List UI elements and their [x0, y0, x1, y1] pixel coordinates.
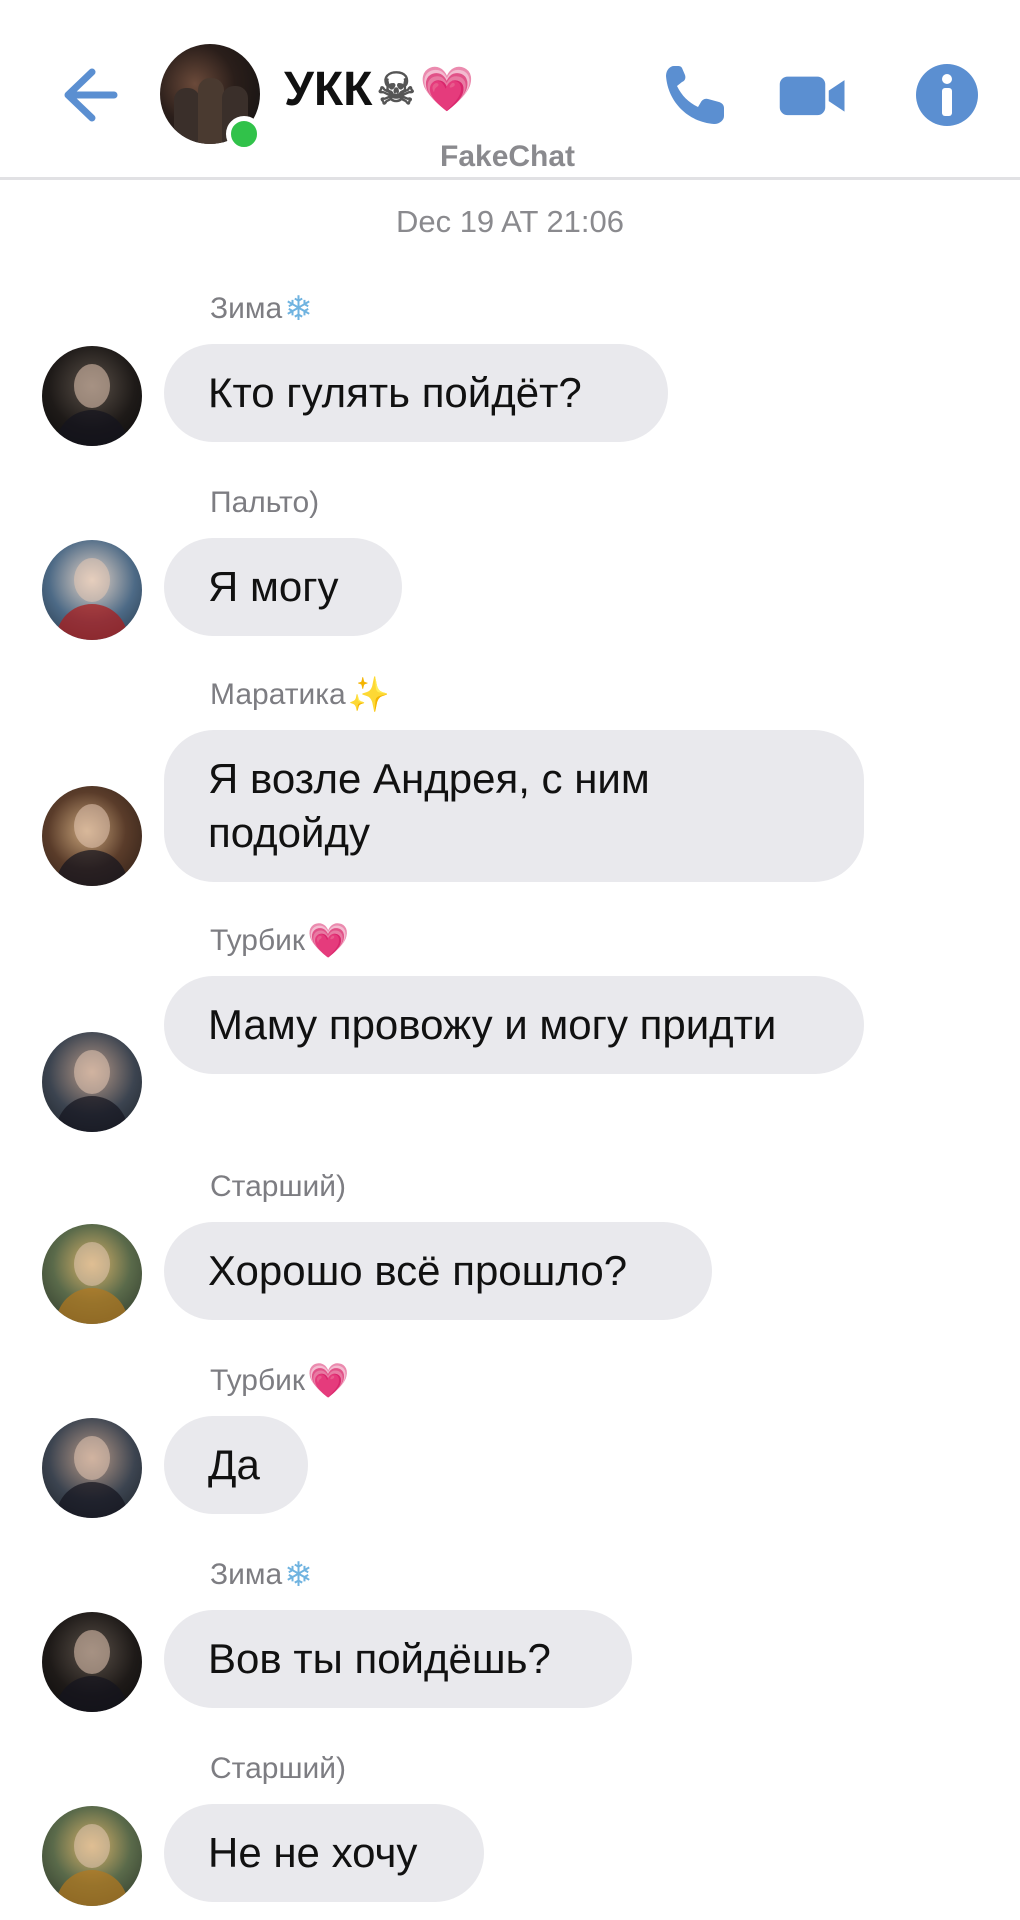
phone-icon[interactable] — [660, 60, 730, 130]
app-subtitle: FakeChat — [440, 140, 576, 173]
avatar[interactable] — [42, 1612, 142, 1712]
chat-header: УКК ☠ 💗 FakeChat — [0, 0, 1020, 180]
snowflake-icon: ❄ — [284, 290, 313, 328]
back-arrow-icon[interactable] — [58, 64, 120, 126]
chat-title[interactable]: УКК ☠ 💗 — [284, 62, 475, 117]
sender-name: Маратика ✨ — [210, 676, 391, 714]
message-bubble[interactable]: Да — [164, 1416, 308, 1514]
avatar[interactable] — [42, 346, 142, 446]
sender-name: Турбик 💗 — [210, 922, 350, 960]
chat-title-text: УКК — [284, 63, 373, 116]
pink-heart-icon: 💗 — [307, 1362, 350, 1400]
sender-name: Старший) — [210, 1752, 347, 1785]
message-bubble[interactable]: Я могу — [164, 538, 402, 636]
message-bubble[interactable]: Я возле Андрея, с ним подойду — [164, 730, 864, 882]
avatar[interactable] — [42, 786, 142, 886]
sender-name: Пальто) — [210, 486, 320, 519]
pink-heart-icon: 💗 — [419, 64, 475, 114]
date-separator: Dec 19 AT 21:06 — [395, 204, 625, 239]
snowflake-icon: ❄ — [284, 1556, 313, 1594]
info-icon[interactable] — [912, 60, 982, 130]
message-bubble[interactable]: Хорошо всё прошло? — [164, 1222, 712, 1320]
message-bubble[interactable]: Кто гулять пойдёт? — [164, 344, 668, 442]
message-bubble[interactable]: Вов ты пойдёшь? — [164, 1610, 632, 1708]
message-bubble[interactable]: Маму провожу и могу придти — [164, 976, 864, 1074]
sender-name: Зима ❄ — [210, 1556, 313, 1594]
sender-name: Зима ❄ — [210, 290, 313, 328]
online-status-dot — [226, 116, 262, 152]
skull-crossbones-icon: ☠ — [376, 64, 416, 114]
sender-name: Старший) — [210, 1170, 347, 1203]
pink-heart-icon: 💗 — [307, 922, 350, 960]
sender-name: Турбик 💗 — [210, 1362, 350, 1400]
avatar[interactable] — [42, 540, 142, 640]
video-camera-icon[interactable] — [778, 60, 848, 130]
sparkles-icon: ✨ — [347, 676, 391, 714]
avatar[interactable] — [42, 1806, 142, 1906]
avatar[interactable] — [42, 1032, 142, 1132]
message-bubble[interactable]: Не не хочу — [164, 1804, 484, 1902]
avatar[interactable] — [42, 1224, 142, 1324]
avatar[interactable] — [42, 1418, 142, 1518]
